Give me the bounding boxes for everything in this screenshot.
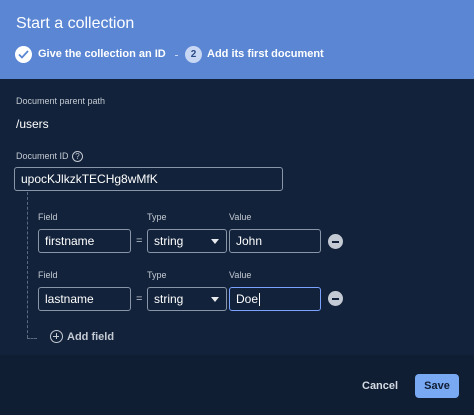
step-2-number: 2 [185,46,202,63]
type-value: string [154,292,184,306]
field-name-value: firstname [45,234,95,248]
field-name-input[interactable]: firstname [38,229,131,253]
check-icon [18,50,29,59]
step-2-label: Add its first document [207,48,324,60]
field-label: Field [38,270,58,280]
save-button[interactable]: Save [415,374,459,398]
field-name-input[interactable]: lastname [38,287,131,311]
add-field-button[interactable]: Add field [67,331,114,343]
cancel-button[interactable]: Cancel [362,380,398,392]
value-input[interactable]: Doe [229,287,321,311]
dialog-footer [0,355,474,415]
type-select[interactable]: string [147,287,227,311]
type-value: string [154,234,184,248]
equals-sign: = [136,293,143,305]
value-label: Value [229,270,252,280]
dropdown-arrow-icon [211,297,219,302]
document-id-value: upocKJlkzkTECHg8wMfK [21,172,158,186]
help-icon[interactable]: ? [72,151,83,162]
dialog-header: Start a collection Give the collection a… [0,0,474,79]
remove-field-icon[interactable] [328,291,343,306]
field-label: Field [38,212,58,222]
step-1-complete [15,46,32,63]
value-input[interactable]: John [229,229,321,253]
add-icon[interactable] [50,330,63,343]
type-select[interactable]: string [147,229,227,253]
value-text: Doe [236,292,259,306]
equals-sign: = [136,235,143,247]
value-label: Value [229,212,252,222]
parent-path-label: Document parent path [16,96,106,106]
document-id-input[interactable]: upocKJlkzkTECHg8wMfK [14,167,283,191]
dialog-title: Start a collection [16,15,135,32]
remove-field-icon[interactable] [328,234,343,249]
tree-line [27,192,28,338]
tree-line-end [27,338,37,339]
document-id-label: Document ID [16,151,69,161]
field-name-value: lastname [45,292,94,306]
step-1-label: Give the collection an ID [38,48,166,60]
dropdown-arrow-icon [211,239,219,244]
type-label: Type [147,212,167,222]
step-connector [175,55,178,56]
value-text: John [236,234,263,248]
text-cursor [259,293,261,307]
parent-path-value: /users [16,117,49,131]
type-label: Type [147,270,167,280]
